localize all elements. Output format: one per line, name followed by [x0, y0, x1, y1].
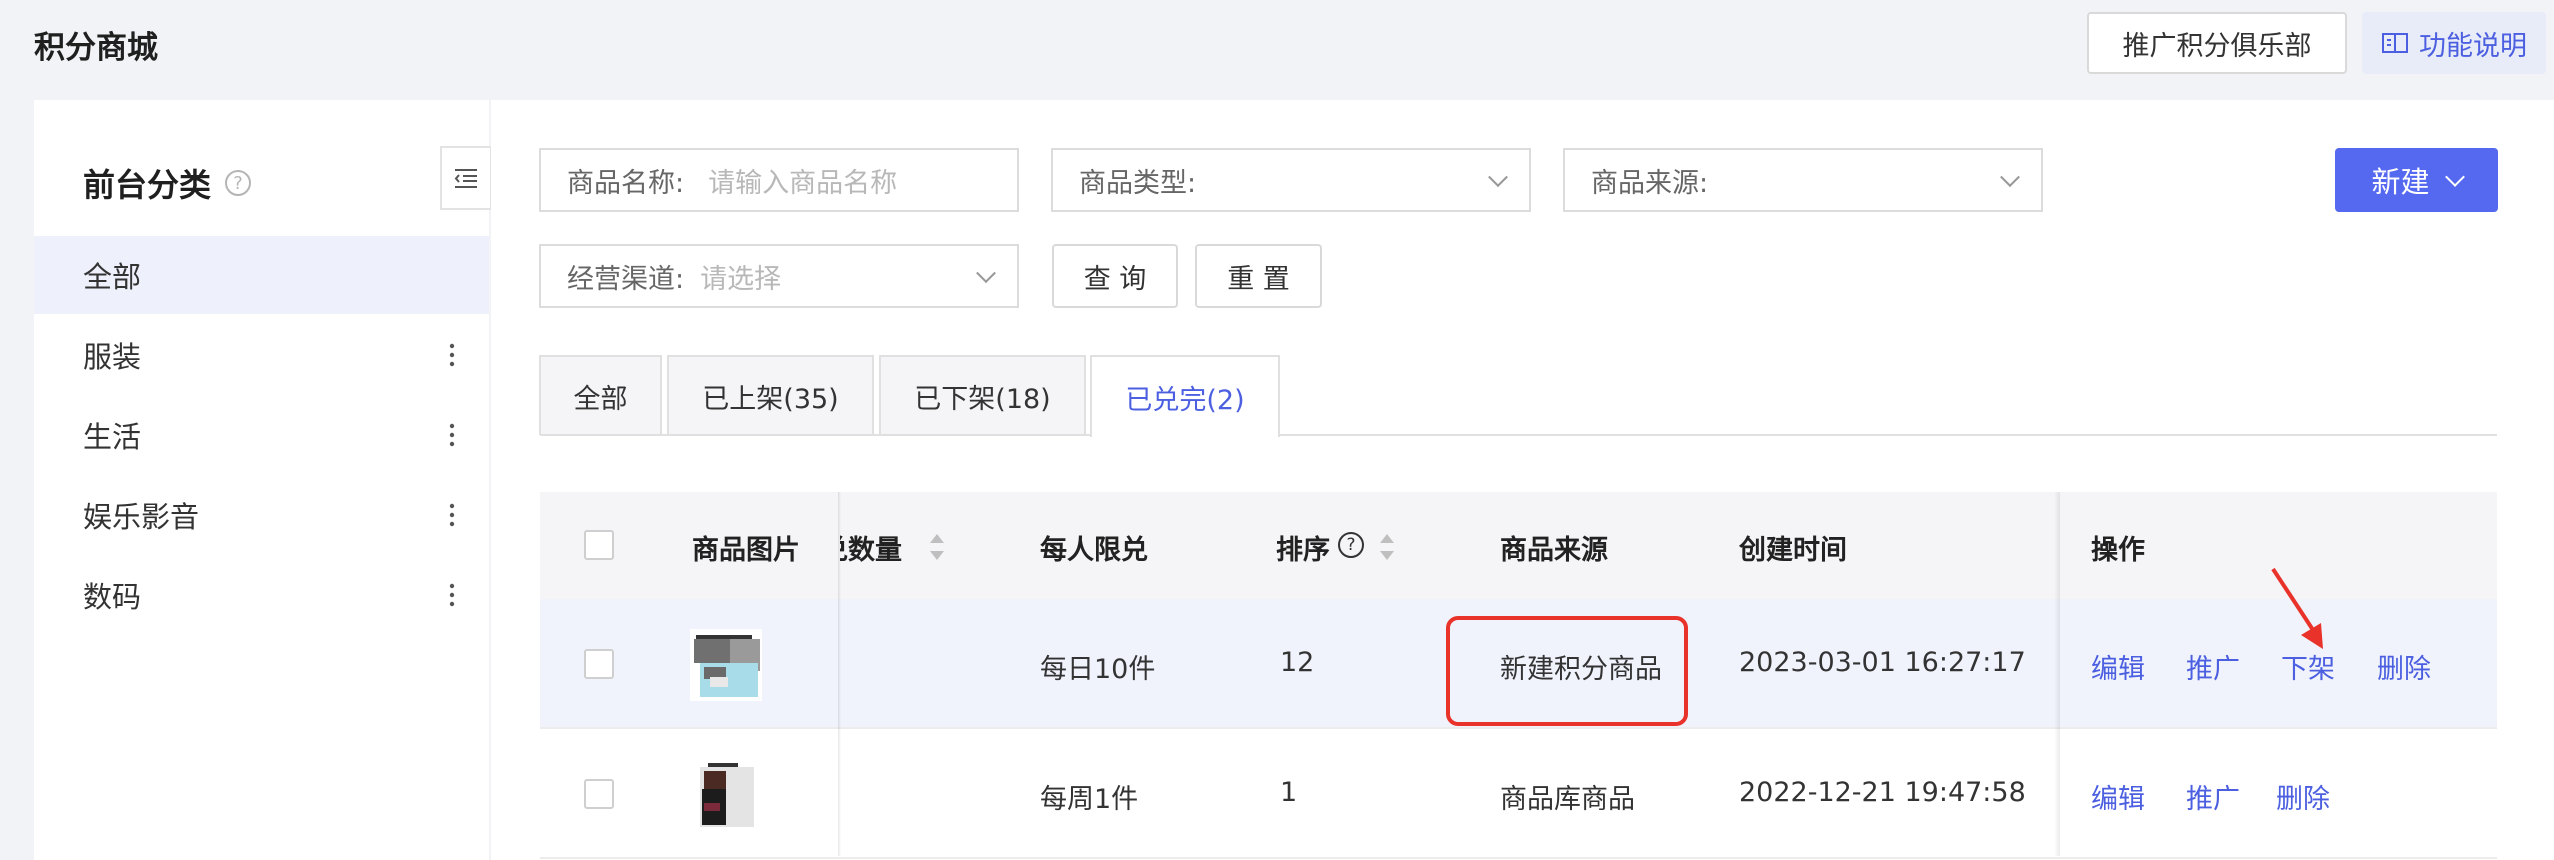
sidebar-item-clothing[interactable]: 服装	[34, 316, 489, 394]
more-vertical-icon[interactable]	[449, 343, 455, 367]
row-checkbox[interactable]	[584, 649, 614, 679]
new-button[interactable]: 新建	[2335, 148, 2498, 212]
help-icon[interactable]: ?	[1338, 532, 1364, 558]
tabs-divider	[540, 434, 2497, 436]
sidebar-item-label: 数码	[83, 580, 142, 614]
column-header-redeemed[interactable]: 兑数量	[840, 528, 902, 567]
more-vertical-icon[interactable]	[449, 583, 455, 607]
cell-sort: 12	[1280, 647, 1315, 678]
cell-created: 2023-03-01 16:27:17	[1739, 647, 2026, 678]
sidebar-item-all[interactable]: 全部	[34, 236, 489, 314]
chevron-down-icon	[2444, 167, 2465, 187]
sidebar-item-entertainment[interactable]: 娱乐影音	[34, 476, 489, 554]
sidebar-item-digital[interactable]: 数码	[34, 556, 489, 634]
more-vertical-icon[interactable]	[449, 423, 455, 447]
promo-club-button[interactable]: 推广积分俱乐部	[2087, 12, 2347, 74]
page-title: 积分商城	[34, 30, 158, 66]
product-type-label: 商品类型:	[1079, 167, 1197, 199]
channel-label: 经营渠道:	[567, 263, 685, 295]
fixed-column-shadow	[838, 492, 841, 856]
channel-placeholder: 请选择	[700, 263, 782, 295]
sort-icon[interactable]	[930, 534, 944, 560]
sidebar-item-label: 生活	[83, 420, 142, 454]
product-type-select[interactable]: 商品类型:	[1051, 148, 1531, 212]
product-name-field[interactable]: 商品名称: 请输入商品名称	[539, 148, 1019, 212]
table-header: 商品图片 兑数量 每人限兑 排序 ? 商品来源 创建时间 操作	[540, 492, 2497, 599]
query-button[interactable]: 查 询	[1052, 244, 1178, 308]
product-name-label: 商品名称:	[567, 167, 685, 199]
promote-link[interactable]: 推广	[2186, 777, 2240, 816]
help-icon[interactable]: ?	[225, 170, 252, 196]
column-header-limit: 每人限兑	[1040, 535, 1148, 566]
tab-sold-out[interactable]: 已兑完(2)	[1090, 355, 1280, 437]
product-thumbnail[interactable]	[690, 629, 762, 701]
product-source-select[interactable]: 商品来源:	[1563, 148, 2043, 212]
cell-limit: 每日10件	[1040, 654, 1156, 685]
doc-button[interactable]: 功能说明	[2362, 12, 2546, 74]
cell-limit: 每周1件	[1040, 784, 1139, 815]
cell-sort: 1	[1280, 777, 1298, 808]
cell-source: 商品库商品	[1500, 784, 1635, 815]
delete-link[interactable]: 删除	[2276, 777, 2330, 816]
sidebar-item-label: 全部	[83, 260, 142, 294]
sidebar-item-life[interactable]: 生活	[34, 396, 489, 474]
tab-off-shelf[interactable]: 已下架(18)	[879, 355, 1086, 435]
table-row: 每周1件 1 商品库商品 2022-12-21 19:47:58 编辑 推广 删…	[540, 729, 2497, 859]
sidebar-item-label: 娱乐影音	[83, 500, 200, 534]
delete-link[interactable]: 删除	[2377, 647, 2431, 686]
edit-link[interactable]: 编辑	[2091, 777, 2145, 816]
product-name-input[interactable]: 请输入商品名称	[708, 161, 897, 200]
column-header-sort[interactable]: 排序	[1276, 528, 1330, 567]
product-source-label: 商品来源:	[1591, 167, 1709, 199]
column-header-created: 创建时间	[1739, 535, 1847, 566]
sidebar-title: 前台分类 ?	[83, 160, 252, 206]
chevron-down-icon	[976, 263, 996, 284]
more-vertical-icon[interactable]	[449, 503, 455, 527]
annotation-arrow-icon	[2271, 567, 2323, 649]
chevron-down-icon	[2000, 167, 2020, 188]
book-icon	[2382, 33, 2408, 53]
collapse-sidebar-button[interactable]	[440, 146, 492, 210]
product-thumbnail[interactable]	[690, 759, 762, 831]
edit-link[interactable]: 编辑	[2091, 647, 2145, 686]
sidebar-title-text: 前台分类	[83, 166, 212, 204]
row-checkbox[interactable]	[584, 779, 614, 809]
reset-button[interactable]: 重 置	[1195, 244, 1322, 308]
highlight-box	[1446, 616, 1688, 726]
fixed-column-shadow	[2054, 492, 2060, 856]
new-button-label: 新建	[2371, 165, 2430, 199]
promote-link[interactable]: 推广	[2186, 647, 2240, 686]
cell-created: 2022-12-21 19:47:58	[1739, 777, 2026, 808]
category-sidebar: 前台分类 ? 全部 服装 生活 娱乐影音 数码	[34, 100, 492, 860]
tab-on-shelf[interactable]: 已上架(35)	[667, 355, 874, 435]
column-header-actions: 操作	[2091, 535, 2145, 566]
chevron-down-icon	[1488, 167, 1508, 188]
select-all-checkbox[interactable]	[584, 530, 614, 560]
sort-icon[interactable]	[1380, 534, 1394, 560]
column-header-source: 商品来源	[1500, 535, 1608, 566]
tab-all[interactable]: 全部	[539, 355, 662, 435]
doc-button-label: 功能说明	[2419, 30, 2527, 62]
menu-fold-icon	[454, 169, 477, 188]
sidebar-item-label: 服装	[83, 340, 142, 374]
channel-select[interactable]: 经营渠道: 请选择	[539, 244, 1019, 308]
column-header-image: 商品图片	[692, 535, 800, 566]
